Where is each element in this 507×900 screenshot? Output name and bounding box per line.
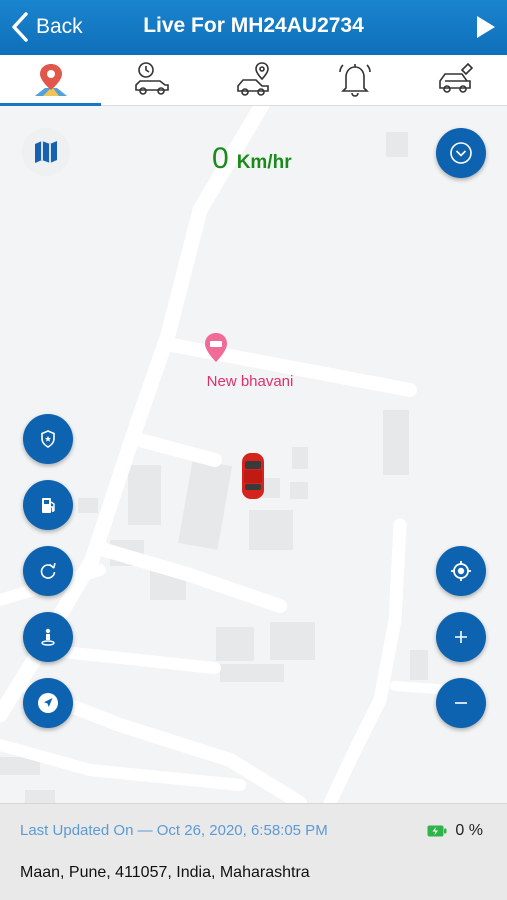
speed-readout: 0 Km/hr [212,142,292,176]
zoom-in-icon [455,631,467,643]
tab-bar [0,55,507,106]
back-label: Back [36,15,83,38]
car-location-icon [236,62,269,96]
zoom-out-button[interactable] [436,678,486,728]
zoom-in-button[interactable] [436,612,486,662]
tab-geofence[interactable] [203,55,304,105]
back-button[interactable]: Back [8,10,83,44]
speed-unit: Km/hr [236,152,292,173]
map-layers-button[interactable] [22,128,70,176]
battery-level: 0 % [455,822,483,839]
refresh-icon [40,562,56,579]
car-service-icon [439,62,474,93]
tab-service[interactable] [406,55,507,105]
battery-status: 0 % [427,822,483,840]
car-marker-icon [242,453,264,499]
tab-history[interactable] [101,55,202,105]
shield-icon [41,430,55,448]
chevron-left-icon [12,12,28,42]
play-icon[interactable] [475,14,497,40]
locate-button[interactable] [436,546,486,596]
bell-icon [339,64,371,97]
navigate-icon [38,693,58,713]
map-canvas [0,106,455,803]
last-updated: Last Updated On — Oct 26, 2020, 6:58:05 … [20,822,328,839]
collapse-button[interactable] [436,128,486,178]
security-button[interactable] [23,414,73,464]
map-icon [35,141,57,163]
speed-value: 0 [212,142,229,175]
chevron-down-icon [450,142,472,164]
fuel-pump-icon [42,498,55,513]
person-pin-icon [41,628,55,646]
battery-icon [427,825,447,837]
map-view[interactable]: 0 Km/hr New bhavani [0,106,507,803]
top-bar: Back Live For MH24AU2734 [0,0,507,55]
fuel-button[interactable] [23,480,73,530]
status-panel: Last Updated On — Oct 26, 2020, 6:58:05 … [0,803,507,900]
refresh-button[interactable] [23,546,73,596]
poi-label: New bhavani [206,373,294,390]
tab-alerts[interactable] [304,55,405,105]
locate-icon [451,561,471,581]
nearby-button[interactable] [23,612,73,662]
tab-live[interactable] [0,55,102,106]
zoom-out-icon [455,702,467,704]
map-pin-icon [34,64,67,96]
navigate-button[interactable] [23,678,73,728]
address: Maan, Pune, 411057, India, Maharashtra [20,864,310,881]
car-clock-icon [135,62,169,95]
